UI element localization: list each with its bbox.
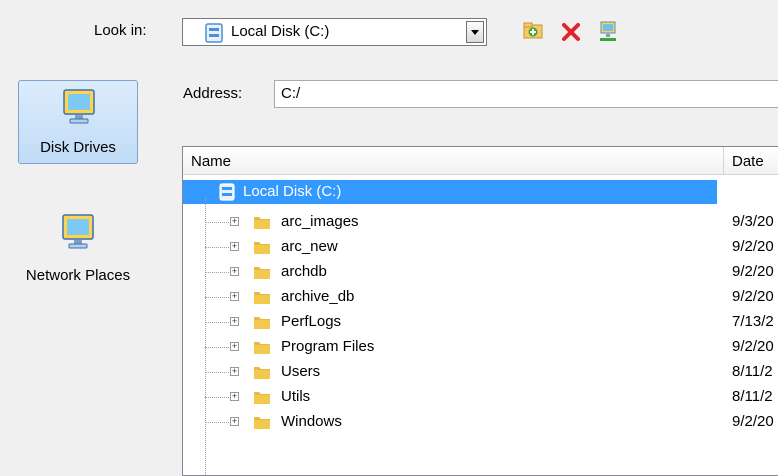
- folder-icon: [254, 342, 270, 354]
- expand-icon[interactable]: +: [230, 342, 239, 351]
- tree-row[interactable]: + archive_db 9/2/20: [183, 285, 778, 309]
- look-in-label: Look in:: [94, 22, 147, 39]
- folder-icon: [254, 417, 270, 429]
- file-name: arc_images: [281, 213, 359, 230]
- network-drive-icon[interactable]: [597, 20, 619, 44]
- tree-row[interactable]: + Utils 8/11/2: [183, 385, 778, 409]
- look-in-dropdown[interactable]: Local Disk (C:): [182, 18, 487, 46]
- file-tree-list[interactable]: Name Date − Local Disk (C:) +arc_images9…: [182, 146, 778, 476]
- tree-root-local-disk[interactable]: Local Disk (C:): [183, 180, 717, 204]
- folder-icon: [254, 242, 270, 254]
- file-name: archdb: [281, 263, 327, 280]
- expand-icon[interactable]: +: [230, 292, 239, 301]
- chevron-down-icon[interactable]: [466, 21, 484, 43]
- expand-icon[interactable]: +: [230, 392, 239, 401]
- folder-icon: [254, 392, 270, 404]
- file-date: 9/3/20: [732, 213, 774, 230]
- file-name: Windows: [281, 413, 342, 430]
- tree-row[interactable]: + PerfLogs 7/13/2: [183, 310, 778, 334]
- delete-icon[interactable]: [560, 21, 582, 43]
- file-name: Utils: [281, 388, 311, 405]
- file-date: 9/2/20: [732, 413, 774, 430]
- network-computer-icon: [62, 214, 94, 249]
- place-disk-drives[interactable]: Disk Drives: [18, 80, 138, 164]
- file-date: 9/2/20: [732, 263, 774, 280]
- file-name: PerfLogs: [281, 313, 342, 330]
- folder-icon: [254, 317, 270, 329]
- file-date: 7/13/2: [732, 313, 774, 330]
- tree-row[interactable]: + arc_images 9/3/20: [183, 210, 778, 234]
- place-label: Disk Drives: [40, 139, 116, 156]
- file-name: Users: [281, 363, 321, 380]
- folder-icon: [254, 367, 270, 379]
- file-date: 9/2/20: [732, 338, 774, 355]
- tree-row[interactable]: + archdb 9/2/20: [183, 260, 778, 284]
- folder-icon: [254, 267, 270, 279]
- tree-root-label: Local Disk (C:): [243, 183, 342, 200]
- file-date: 9/2/20: [732, 238, 774, 255]
- expand-icon[interactable]: +: [230, 217, 239, 226]
- address-label: Address:: [183, 85, 243, 102]
- expand-icon[interactable]: +: [230, 317, 239, 326]
- address-input[interactable]: C:/: [274, 80, 778, 108]
- local-disk-icon: [205, 23, 223, 43]
- look-in-value: Local Disk (C:): [231, 23, 330, 40]
- tree-row[interactable]: + arc_new 9/2/20: [183, 235, 778, 259]
- column-header-name[interactable]: Name: [183, 147, 724, 175]
- tree-row[interactable]: + Users 8/11/2: [183, 360, 778, 384]
- local-disk-icon: [219, 183, 235, 201]
- expand-icon[interactable]: +: [230, 367, 239, 376]
- folder-icon: [254, 292, 270, 304]
- place-label: Network Places: [25, 267, 131, 284]
- file-name: Program Files: [281, 338, 375, 355]
- file-date: 8/11/2: [732, 363, 773, 380]
- file-name: arc_new: [281, 238, 338, 255]
- folder-icon: [254, 217, 270, 229]
- file-date: 8/11/2: [732, 388, 773, 405]
- column-header-date[interactable]: Date: [724, 147, 778, 175]
- file-date: 9/2/20: [732, 288, 774, 305]
- tree-row[interactable]: + Program Files 9/2/20: [183, 335, 778, 359]
- place-network-places[interactable]: Network Places: [18, 210, 138, 290]
- tree-row[interactable]: + Windows 9/2/20: [183, 410, 778, 434]
- expand-icon[interactable]: +: [230, 417, 239, 426]
- expand-icon[interactable]: +: [230, 242, 239, 251]
- file-name: archive_db: [281, 288, 355, 305]
- computer-icon: [63, 89, 95, 124]
- expand-icon[interactable]: +: [230, 267, 239, 276]
- new-folder-icon[interactable]: [522, 20, 544, 42]
